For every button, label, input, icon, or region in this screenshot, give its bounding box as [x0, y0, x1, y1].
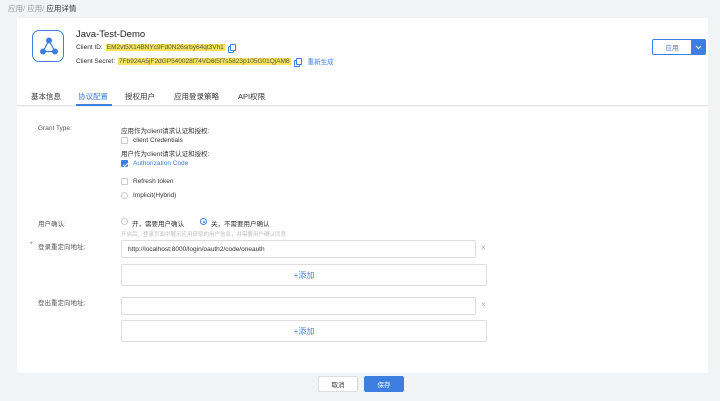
- tab-basic-info[interactable]: 基本信息: [31, 91, 61, 102]
- login-redirect-input[interactable]: http://localhost:8000/login/oauth2/code/…: [121, 240, 476, 258]
- consent-label: 用户确认:: [38, 221, 66, 228]
- client-secret-label: Client Secret:: [76, 57, 116, 65]
- app-action-button[interactable]: 应用: [653, 40, 691, 54]
- consent-off-radio[interactable]: [200, 218, 207, 225]
- grant-section-client: 应用作为client请求认证和授权:: [121, 128, 210, 135]
- implicit-label: Implicit(Hybrid): [133, 192, 177, 199]
- authorization-code-label: Authorization Code: [133, 160, 189, 167]
- client-id-value: EM2vt5X14BNYc9Fd0N26srby64qt3Vh1: [105, 44, 225, 51]
- refresh-token-label: Refresh token: [133, 178, 174, 185]
- app-header-card: [17, 18, 708, 84]
- tab-api-permissions[interactable]: API权限: [238, 91, 265, 102]
- client-secret-row: Client Secret: 7Fb924A5jF2dGP540028f74VD…: [76, 56, 334, 67]
- copy-icon[interactable]: [227, 44, 236, 53]
- logout-redirect-label: 登出重定向地址:: [38, 300, 86, 307]
- save-button[interactable]: 保存: [364, 376, 404, 392]
- consent-off-label: 关，不需要用户确认: [211, 221, 270, 228]
- breadcrumb-item-apps-2[interactable]: 应用/: [27, 4, 44, 13]
- logout-redirect-input[interactable]: [121, 297, 476, 315]
- copy-icon[interactable]: [293, 57, 302, 67]
- add-logout-redirect-button[interactable]: +添加: [121, 320, 487, 342]
- refresh-token-checkbox[interactable]: [121, 178, 128, 185]
- breadcrumb: 应用/ 应用/ 应用详情: [8, 3, 76, 14]
- client-id-label: Client ID:: [76, 44, 103, 51]
- footer-bar: [0, 373, 720, 401]
- required-mark: *: [30, 241, 33, 248]
- implicit-radio[interactable]: [121, 192, 128, 199]
- consent-on-label: 开，需要用户确认: [132, 221, 184, 228]
- consent-hint: 开启后，登录页面中展示应用获取的用户信息，并需要用户确认同意: [121, 232, 287, 238]
- client-secret-value: 7Fb924A5jF2dGP540028f74VD6t5f7s5823p105G…: [118, 57, 291, 65]
- client-id-row: Client ID: EM2vt5X14BNYc9Fd0N26srby64qt3…: [76, 44, 236, 53]
- app-action-dropdown[interactable]: 应用: [652, 39, 706, 55]
- grant-type-label: Grant Type:: [38, 125, 72, 132]
- regenerate-link[interactable]: 重新生成: [308, 56, 334, 66]
- client-credentials-label: client Credentials: [133, 137, 183, 144]
- tab-protocol-config[interactable]: 协议配置: [78, 91, 108, 102]
- authorization-code-checkbox[interactable]: [121, 160, 128, 167]
- tab-bar: [17, 84, 708, 106]
- login-redirect-label: 登录重定向地址:: [38, 244, 86, 251]
- breadcrumb-current: 应用详情: [46, 4, 77, 13]
- cancel-button[interactable]: 取消: [318, 376, 358, 392]
- app-logo-icon: [32, 30, 64, 62]
- grant-section-user: 用户作为client请求认证和授权:: [121, 151, 210, 158]
- tab-authorized-users[interactable]: 授权用户: [125, 91, 155, 102]
- breadcrumb-item-apps[interactable]: 应用/: [8, 4, 25, 13]
- app-name: Java-Test-Demo: [76, 29, 146, 40]
- chevron-down-icon[interactable]: [691, 40, 705, 54]
- tab-login-policy[interactable]: 应用登录策略: [174, 91, 219, 102]
- client-credentials-checkbox[interactable]: [121, 137, 128, 144]
- close-icon[interactable]: ×: [481, 243, 486, 252]
- close-icon[interactable]: ×: [481, 300, 486, 309]
- consent-on-radio[interactable]: [121, 218, 128, 225]
- active-tab-indicator: [76, 104, 112, 106]
- add-login-redirect-button[interactable]: +添加: [121, 264, 487, 286]
